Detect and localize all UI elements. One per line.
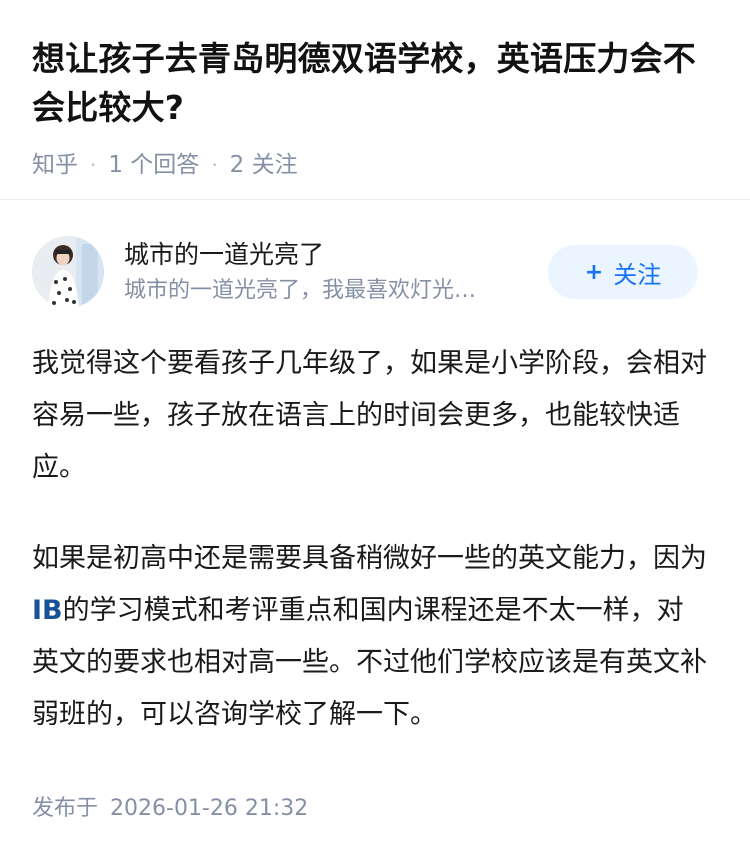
avatar-image	[32, 236, 104, 308]
question-title[interactable]: 想让孩子去青岛明德双语学校，英语压力会不会比较大?	[32, 34, 718, 132]
published-time: 2026-01-26 21:32	[110, 796, 309, 821]
meta-separator: ·	[211, 153, 218, 177]
plus-icon: +	[584, 259, 604, 285]
author-name[interactable]: 城市的一道光亮了	[124, 238, 548, 272]
question-header: 想让孩子去青岛明德双语学校，英语压力会不会比较大? 知乎 · 1 个回答 · 2…	[0, 0, 750, 180]
follow-label: 关注	[613, 260, 662, 289]
source-label[interactable]: 知乎	[32, 150, 78, 180]
author-bio: 城市的一道光亮了，我最喜欢灯光…	[124, 278, 477, 303]
answer-body: 我觉得这个要看孩子几年级了，如果是小学阶段，会相对容易一些，孩子放在语言上的时间…	[32, 338, 710, 741]
author-card: 城市的一道光亮了 城市的一道光亮了，我最喜欢灯光… + 关注	[32, 236, 698, 308]
question-meta: 知乎 · 1 个回答 · 2 关注	[32, 150, 718, 180]
author-info: 城市的一道光亮了 城市的一道光亮了，我最喜欢灯光…	[124, 238, 548, 306]
publish-info: 发布于 2026-01-26 21:32	[32, 794, 308, 824]
followers-count[interactable]: 2 关注	[230, 150, 298, 180]
answer-text: 的学习模式和考评重点和国内课程还是不太一样，对英文的要求也相对高一些。不过他们学…	[32, 595, 707, 730]
keyword-link[interactable]: IB	[32, 595, 63, 626]
published-label: 发布于	[32, 796, 99, 821]
avatar[interactable]	[32, 236, 104, 308]
answers-count[interactable]: 1 个回答	[108, 150, 199, 180]
follow-button[interactable]: + 关注	[548, 245, 698, 299]
answer-paragraph: 如果是初高中还是需要具备稍微好一些的英文能力，因为 IB的学习模式和考评重点和国内…	[32, 533, 710, 741]
section-divider	[0, 199, 750, 200]
meta-separator: ·	[90, 153, 97, 177]
answer-paragraph: 我觉得这个要看孩子几年级了，如果是小学阶段，会相对容易一些，孩子放在语言上的时间…	[32, 348, 707, 483]
answer-text: 如果是初高中还是需要具备稍微好一些的英文能力，因为	[32, 543, 707, 574]
